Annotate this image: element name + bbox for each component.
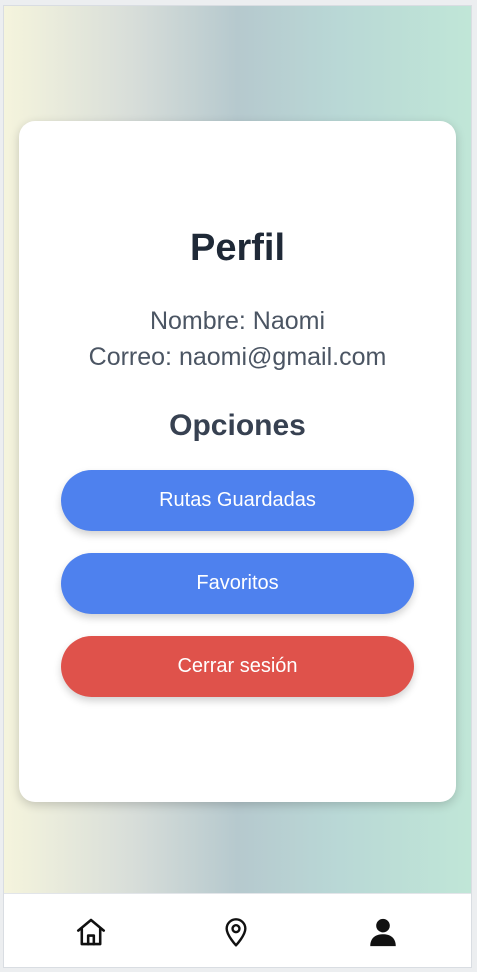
app-frame: Perfil Nombre: Naomi Correo: naomi@gmail… bbox=[3, 5, 472, 968]
bottom-navigation bbox=[4, 893, 471, 967]
user-name: Nombre: Naomi bbox=[149, 307, 326, 335]
favorites-button[interactable]: Favoritos bbox=[61, 553, 414, 614]
user-email: Correo: naomi@gmail.com bbox=[88, 343, 387, 371]
saved-routes-button[interactable]: Rutas Guardadas bbox=[61, 470, 414, 531]
page-title: Perfil bbox=[189, 227, 286, 269]
nav-profile[interactable] bbox=[365, 914, 401, 950]
options-heading: Opciones bbox=[169, 409, 306, 442]
profile-card: Perfil Nombre: Naomi Correo: naomi@gmail… bbox=[19, 121, 456, 802]
location-pin-icon bbox=[225, 918, 247, 947]
user-icon bbox=[370, 918, 396, 947]
nav-home[interactable] bbox=[73, 914, 109, 950]
nav-map[interactable] bbox=[218, 914, 254, 950]
home-icon bbox=[76, 918, 106, 946]
logout-button[interactable]: Cerrar sesión bbox=[61, 636, 414, 697]
